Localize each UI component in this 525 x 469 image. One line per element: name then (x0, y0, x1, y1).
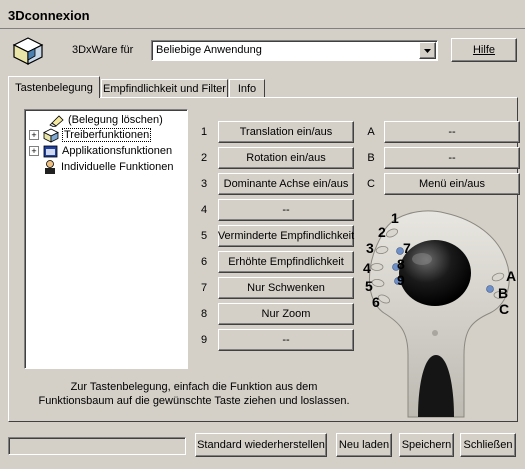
key-assign-button-8[interactable]: Nur Zoom (218, 303, 354, 325)
key-assign-button-5[interactable]: Verminderte Empfindlichkeit (218, 225, 354, 247)
key-assign-button-2[interactable]: Rotation ein/aus (218, 147, 354, 169)
application-icon (43, 145, 58, 157)
button-number-label: 3 (200, 178, 208, 190)
device-key-label: A (506, 268, 517, 284)
expand-plus-icon[interactable]: + (29, 130, 39, 140)
device-key-label: 8 (397, 256, 405, 272)
device-key-label: 6 (372, 294, 380, 310)
expand-plus-icon[interactable]: + (29, 146, 39, 156)
device-key-label: C (499, 301, 510, 317)
key-assign-label: Verminderte Empfindlichkeit (217, 230, 355, 242)
button-number-label: 5 (200, 230, 208, 242)
button-letter-label: C (367, 178, 375, 190)
tree-item-clear[interactable]: (Belegung löschen) (49, 112, 163, 128)
key-assign-button-9[interactable]: -- (218, 329, 354, 351)
button-number-label: 4 (200, 204, 208, 216)
key-assign-button-B[interactable]: -- (384, 147, 520, 169)
eraser-icon (49, 115, 64, 127)
application-combo[interactable]: Beliebige Anwendung (151, 40, 438, 61)
button-number-label: 1 (200, 126, 208, 138)
key-assign-button-C[interactable]: Menü ein/aus (384, 173, 520, 195)
device-key-label: 4 (363, 260, 371, 276)
key-assign-label: -- (282, 204, 290, 216)
application-combo-value: Beliebige Anwendung (156, 44, 262, 56)
tab-info[interactable]: Info (229, 79, 265, 98)
save-button[interactable]: Speichern (399, 433, 454, 457)
key-assign-button-A[interactable]: -- (384, 121, 520, 143)
title-bar: 3Dconnexion (0, 0, 525, 30)
device-key-label: 1 (391, 210, 399, 226)
device-key-label: 7 (403, 240, 411, 256)
key-assign-label: Translation ein/aus (239, 126, 333, 138)
key-assign-button-4[interactable]: -- (218, 199, 354, 221)
tree-item-individuelle[interactable]: Individuelle Funktionen (42, 159, 174, 175)
key-assign-button-1[interactable]: Translation ein/aus (218, 121, 354, 143)
function-tree[interactable]: (Belegung löschen) + Treiberfunktionen +… (24, 109, 188, 369)
reset-defaults-button[interactable]: Standard wiederherstellen (195, 433, 327, 457)
cube-icon (43, 128, 59, 143)
help-button[interactable]: Hilfe (451, 38, 517, 62)
key-assign-label: Nur Schwenken (247, 282, 325, 294)
status-field (8, 437, 186, 455)
key-assign-label: -- (282, 334, 290, 346)
key-assign-button-6[interactable]: Erhöhte Empfindlichkeit (218, 251, 354, 273)
key-assign-label: -- (448, 152, 456, 164)
key-assign-label: Dominante Achse ein/aus (223, 178, 349, 190)
user-icon (45, 159, 55, 174)
key-assign-button-3[interactable]: Dominante Achse ein/aus (218, 173, 354, 195)
device-key-label: 2 (378, 224, 386, 240)
tree-item-treiberfunktionen[interactable]: + Treiberfunktionen (29, 127, 152, 143)
reload-button[interactable]: Neu laden (336, 433, 392, 457)
button-number-label: 7 (200, 282, 208, 294)
app-selector-label: 3DxWare für (72, 44, 134, 56)
key-assign-label: Menü ein/aus (418, 178, 486, 190)
button-number-label: 8 (200, 308, 208, 320)
button-number-label: 6 (200, 256, 208, 268)
button-number-label: 9 (200, 334, 208, 346)
close-button[interactable]: Schließen (460, 433, 516, 457)
window-title: 3Dconnexion (8, 8, 90, 23)
tab-empfindlichkeit[interactable]: Empfindlichkeit und Filter (101, 79, 228, 98)
button-number-label: 2 (200, 152, 208, 164)
tree-item-applikationsfunktionen[interactable]: + Applikationsfunktionen (29, 143, 172, 159)
key-assign-label: -- (448, 126, 456, 138)
app-logo-icon (12, 36, 44, 66)
key-assign-label: Rotation ein/aus (246, 152, 326, 164)
device-key-label: B (498, 285, 509, 301)
key-assign-button-7[interactable]: Nur Schwenken (218, 277, 354, 299)
title-separator (0, 28, 525, 29)
button-letter-label: B (367, 152, 375, 164)
button-letter-label: A (367, 126, 375, 138)
chevron-down-icon[interactable] (419, 42, 436, 59)
device-key-label: 3 (366, 240, 374, 256)
key-assign-label: Nur Zoom (261, 308, 311, 320)
tab-tastenbelegung[interactable]: Tastenbelegung (8, 76, 100, 98)
instruction-text: Zur Tastenbelegung, einfach die Funktion… (38, 381, 350, 407)
device-key-label: 9 (397, 272, 405, 288)
key-assign-label: Erhöhte Empfindlichkeit (228, 256, 344, 268)
device-key-label: 5 (365, 278, 373, 294)
